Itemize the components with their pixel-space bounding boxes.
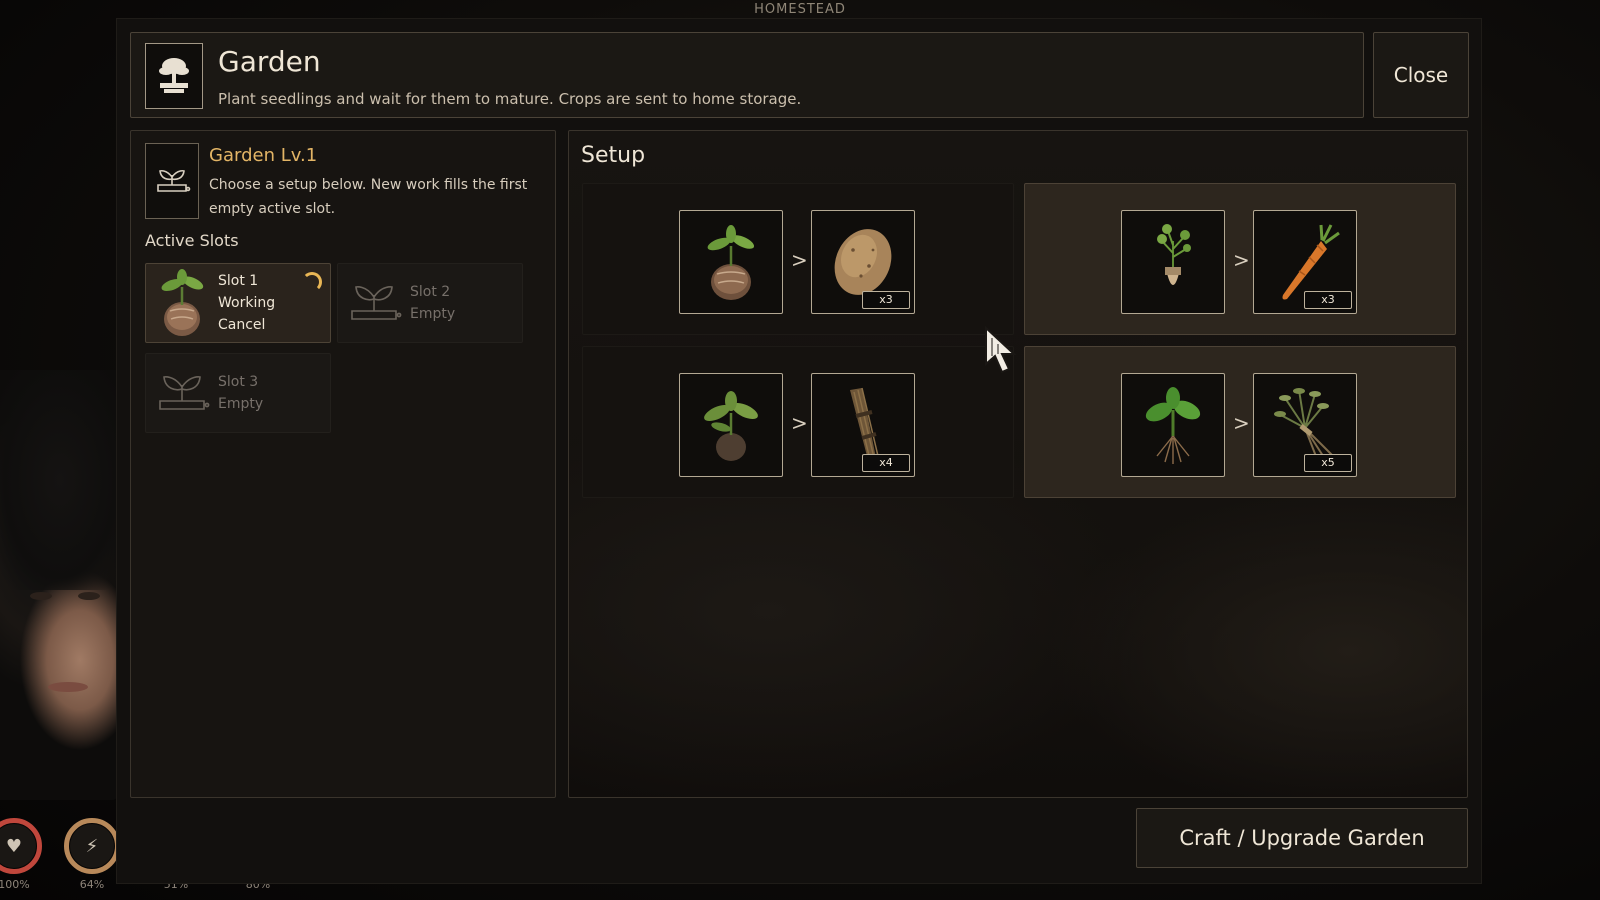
recipe-arrow: > xyxy=(1233,411,1250,435)
bonsai-icon xyxy=(145,43,203,109)
garden-info-panel: Garden Lv.1 Choose a setup below. New wo… xyxy=(130,130,556,798)
fiber-bundle-icon: x4 xyxy=(811,373,915,477)
portrait-eye xyxy=(78,592,100,600)
slot-1-cancel[interactable]: Cancel xyxy=(218,314,275,336)
slot-3-name: Slot 3 xyxy=(218,374,259,390)
recipe-arrow: > xyxy=(1233,248,1250,272)
active-slot-1[interactable]: Slot 1 Working Cancel xyxy=(145,263,331,343)
setup-heading: Setup xyxy=(581,143,646,168)
output-quantity: x3 xyxy=(1304,291,1352,309)
energy-icon: ⚡ xyxy=(70,824,114,868)
page-subtitle: Plant seedlings and wait for them to mat… xyxy=(218,90,802,108)
fiber-seedling-icon xyxy=(679,373,783,477)
recipe-fiber[interactable]: > x4 xyxy=(582,346,1014,498)
sprout-tray-icon xyxy=(145,143,199,219)
recipe-carrot[interactable]: > x3 xyxy=(1024,183,1456,335)
location-label: HOMESTEAD xyxy=(754,2,846,17)
page-title: Garden xyxy=(218,45,321,78)
sprout-icon xyxy=(338,267,410,339)
character-portrait xyxy=(0,370,118,800)
slot-1-name: Slot 1 xyxy=(218,273,259,289)
potato-seedling-icon xyxy=(679,210,783,314)
close-button[interactable]: Close xyxy=(1373,32,1469,118)
slot-2-name: Slot 2 xyxy=(410,284,451,300)
output-quantity: x5 xyxy=(1304,454,1352,472)
active-slot-3[interactable]: Slot 3 Empty xyxy=(145,353,331,433)
slot-3-status: Empty xyxy=(218,396,264,412)
portrait-eye xyxy=(30,592,52,600)
garden-level-title: Garden Lv.1 xyxy=(209,145,318,166)
setup-panel: Setup > x3 > x3 > x4 > x5 xyxy=(568,130,1468,798)
carrot-seedling-icon xyxy=(1121,210,1225,314)
recipe-potato[interactable]: > x3 xyxy=(582,183,1014,335)
garden-description: Choose a setup below. New work fills the… xyxy=(209,177,528,217)
recipe-arrow: > xyxy=(791,248,808,272)
slot-2-status: Empty xyxy=(410,306,456,322)
energy-dial: ⚡ xyxy=(64,818,120,874)
portrait-lips xyxy=(48,682,88,692)
herb-bundle-icon: x5 xyxy=(1253,373,1357,477)
sprout-icon xyxy=(146,357,218,429)
heart-icon: ♥ xyxy=(0,824,36,868)
potato-seedling-icon xyxy=(146,267,218,339)
output-quantity: x4 xyxy=(862,454,910,472)
slot-1-text: Slot 1 Working Cancel xyxy=(218,270,275,336)
window-header: Garden Plant seedlings and wait for them… xyxy=(130,32,1364,118)
herb-seedling-icon xyxy=(1121,373,1225,477)
slot-2-text: Slot 2 Empty xyxy=(410,281,455,325)
energy-value: 64% xyxy=(79,878,105,891)
recipe-arrow: > xyxy=(791,411,808,435)
mouse-cursor-icon xyxy=(982,325,1024,380)
craft-upgrade-button[interactable]: Craft / Upgrade Garden xyxy=(1136,808,1468,868)
output-quantity: x3 xyxy=(862,291,910,309)
slot-3-text: Slot 3 Empty xyxy=(218,371,263,415)
slot-1-status: Working xyxy=(218,295,276,311)
recipe-herb[interactable]: > x5 xyxy=(1024,346,1456,498)
potato-icon: x3 xyxy=(811,210,915,314)
progress-spinner-icon xyxy=(302,272,322,292)
portrait-hair xyxy=(0,370,118,590)
active-slots-heading: Active Slots xyxy=(145,231,239,250)
carrot-icon: x3 xyxy=(1253,210,1357,314)
health-value: 100% xyxy=(0,878,30,891)
active-slot-2[interactable]: Slot 2 Empty xyxy=(337,263,523,343)
